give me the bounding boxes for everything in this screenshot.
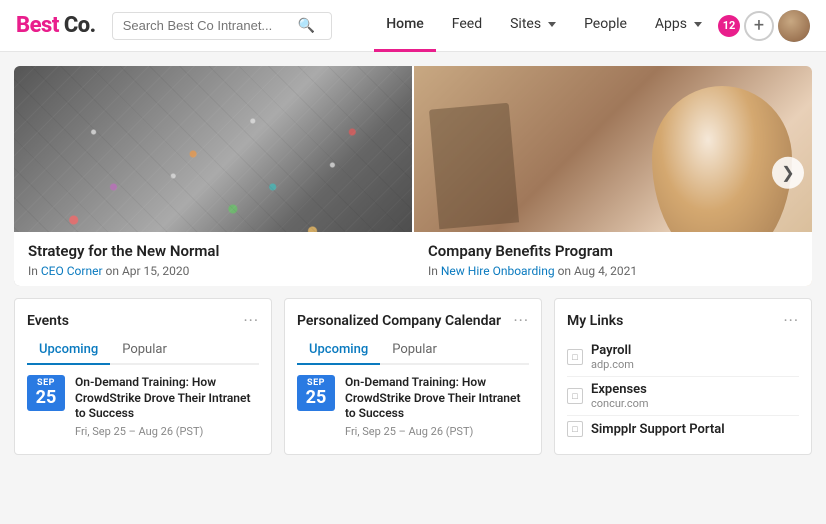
calendar-event-item: SEP 25 On-Demand Training: How CrowdStri… [297,375,529,438]
events-tabs: Upcoming Popular [27,338,259,365]
chevron-down-icon [694,22,702,27]
link-icon-expenses: □ [567,388,583,404]
calendar-card-title: Personalized Company Calendar [297,313,501,329]
avatar-image [778,10,810,42]
calendar-tab-popular[interactable]: Popular [380,338,449,365]
calendar-tab-upcoming[interactable]: Upcoming [297,338,380,365]
event-time: Fri, Sep 25 – Aug 26 (PST) [75,425,259,438]
nav-item-people[interactable]: People [572,0,639,52]
link-item-expenses[interactable]: □ Expenses concur.com [567,377,799,416]
link-text-support: Simpplr Support Portal [591,422,725,437]
events-card-header: Events ··· [27,311,259,330]
links-card-title: My Links [567,313,623,329]
link-item-support[interactable]: □ Simpplr Support Portal [567,416,799,442]
hero-caption-2: Company Benefits Program In New Hire Onb… [414,232,812,286]
hero-title-1: Strategy for the New Normal [28,242,398,260]
calendar-event-date-badge: SEP 25 [297,375,335,411]
main-content: Strategy for the New Normal In CEO Corne… [0,52,826,465]
chevron-down-icon [548,22,556,27]
hero-card-1[interactable]: Strategy for the New Normal In CEO Corne… [14,66,414,286]
logo-co-text: Co. [64,13,96,38]
logo-best-text: Best [16,13,59,38]
nav-item-home[interactable]: Home [374,0,436,52]
events-tab-upcoming[interactable]: Upcoming [27,338,110,365]
events-more-button[interactable]: ··· [243,311,259,330]
calendar-event-info: On-Demand Training: How CrowdStrike Drov… [345,375,529,438]
hero-meta-2: In New Hire Onboarding on Aug 4, 2021 [428,264,798,278]
calendar-card: Personalized Company Calendar ··· Upcomi… [284,298,542,455]
events-card-title: Events [27,313,69,329]
nav-item-feed[interactable]: Feed [440,0,494,52]
hero-card-2[interactable]: Company Benefits Program In New Hire Onb… [414,66,812,286]
hero-section: Strategy for the New Normal In CEO Corne… [14,66,812,286]
calendar-event-day: 25 [301,388,331,408]
header: Best Co. 🔍 Home Feed Sites People Apps 1… [0,0,826,52]
calendar-more-button[interactable]: ··· [513,311,529,330]
avatar[interactable] [778,10,810,42]
links-more-button[interactable]: ··· [783,311,799,330]
link-icon-payroll: □ [567,349,583,365]
nav-item-apps[interactable]: Apps [643,0,714,52]
main-nav: Home Feed Sites People Apps 12 + [374,0,810,52]
calendar-tabs: Upcoming Popular [297,338,529,365]
link-text-expenses: Expenses concur.com [591,382,649,410]
nav-item-sites[interactable]: Sites [498,0,568,52]
search-bar[interactable]: 🔍 [112,12,332,40]
link-item-payroll[interactable]: □ Payroll adp.com [567,338,799,377]
event-date-badge: SEP 25 [27,375,65,411]
event-day: 25 [31,388,61,408]
search-input[interactable] [123,18,298,33]
hero-title-2: Company Benefits Program [428,242,798,260]
hero-caption-1: Strategy for the New Normal In CEO Corne… [14,232,412,286]
links-card-header: My Links ··· [567,311,799,330]
hero-category-link-2[interactable]: New Hire Onboarding [441,264,555,278]
events-tab-popular[interactable]: Popular [110,338,179,365]
search-icon[interactable]: 🔍 [298,18,315,34]
calendar-card-header: Personalized Company Calendar ··· [297,311,529,330]
hero-category-link-1[interactable]: CEO Corner [41,264,103,278]
notification-badge[interactable]: 12 [718,15,740,37]
bottom-cards: Events ··· Upcoming Popular SEP 25 On-De… [14,298,812,455]
event-info: On-Demand Training: How CrowdStrike Drov… [75,375,259,438]
links-card: My Links ··· □ Payroll adp.com □ Expense… [554,298,812,455]
hero-meta-1: In CEO Corner on Apr 15, 2020 [28,264,398,278]
add-button[interactable]: + [744,11,774,41]
event-item: SEP 25 On-Demand Training: How CrowdStri… [27,375,259,438]
event-title[interactable]: On-Demand Training: How CrowdStrike Drov… [75,375,259,422]
events-card: Events ··· Upcoming Popular SEP 25 On-De… [14,298,272,455]
link-icon-support: □ [567,421,583,437]
calendar-event-time: Fri, Sep 25 – Aug 26 (PST) [345,425,529,438]
link-text-payroll: Payroll adp.com [591,343,634,371]
logo[interactable]: Best Co. [16,13,96,38]
hero-next-button[interactable]: ❯ [772,157,804,189]
calendar-event-title[interactable]: On-Demand Training: How CrowdStrike Drov… [345,375,529,422]
